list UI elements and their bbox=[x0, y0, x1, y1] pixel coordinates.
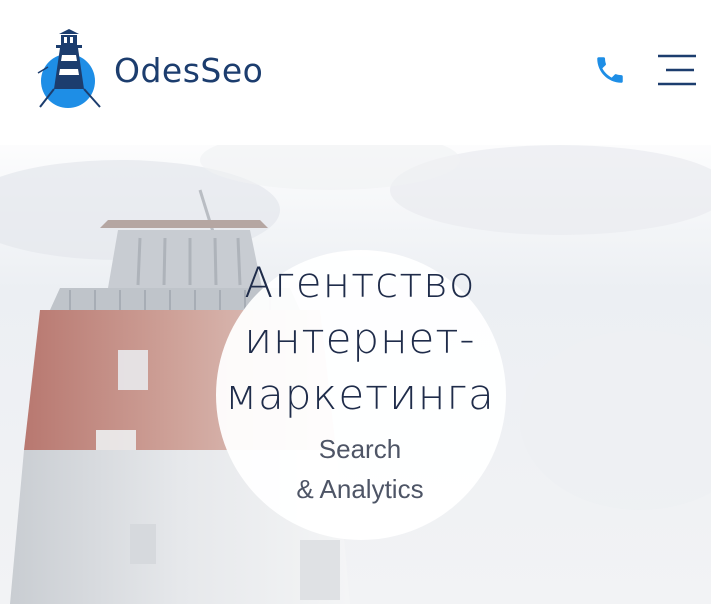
hero-subtitle-line: Search bbox=[318, 434, 402, 464]
hamburger-menu-icon bbox=[658, 54, 696, 86]
hero-section: Агентство интернет- маркетинга Search & … bbox=[0, 120, 711, 604]
hero-title-line: Агентство bbox=[244, 258, 476, 307]
call-button[interactable] bbox=[588, 48, 632, 92]
hero-title: Агентство интернет- маркетинга bbox=[150, 255, 570, 423]
hero-subtitle: Search & Analytics bbox=[150, 429, 570, 509]
site-header: OdesSeo bbox=[0, 0, 711, 145]
brand-logo[interactable]: OdesSeo bbox=[34, 28, 284, 112]
phone-icon bbox=[597, 57, 623, 83]
lighthouse-logo-icon bbox=[37, 29, 101, 108]
page: OdesSeo Агентство интернет- маркетинга S… bbox=[0, 0, 711, 604]
menu-button[interactable] bbox=[652, 48, 700, 92]
brand-name: OdesSeo bbox=[114, 50, 264, 90]
hero-text-block: Агентство интернет- маркетинга Search & … bbox=[150, 255, 570, 509]
hero-title-line: интернет- bbox=[244, 314, 476, 363]
hero-title-line: маркетинга bbox=[225, 370, 495, 419]
hero-subtitle-line: & Analytics bbox=[296, 474, 424, 504]
